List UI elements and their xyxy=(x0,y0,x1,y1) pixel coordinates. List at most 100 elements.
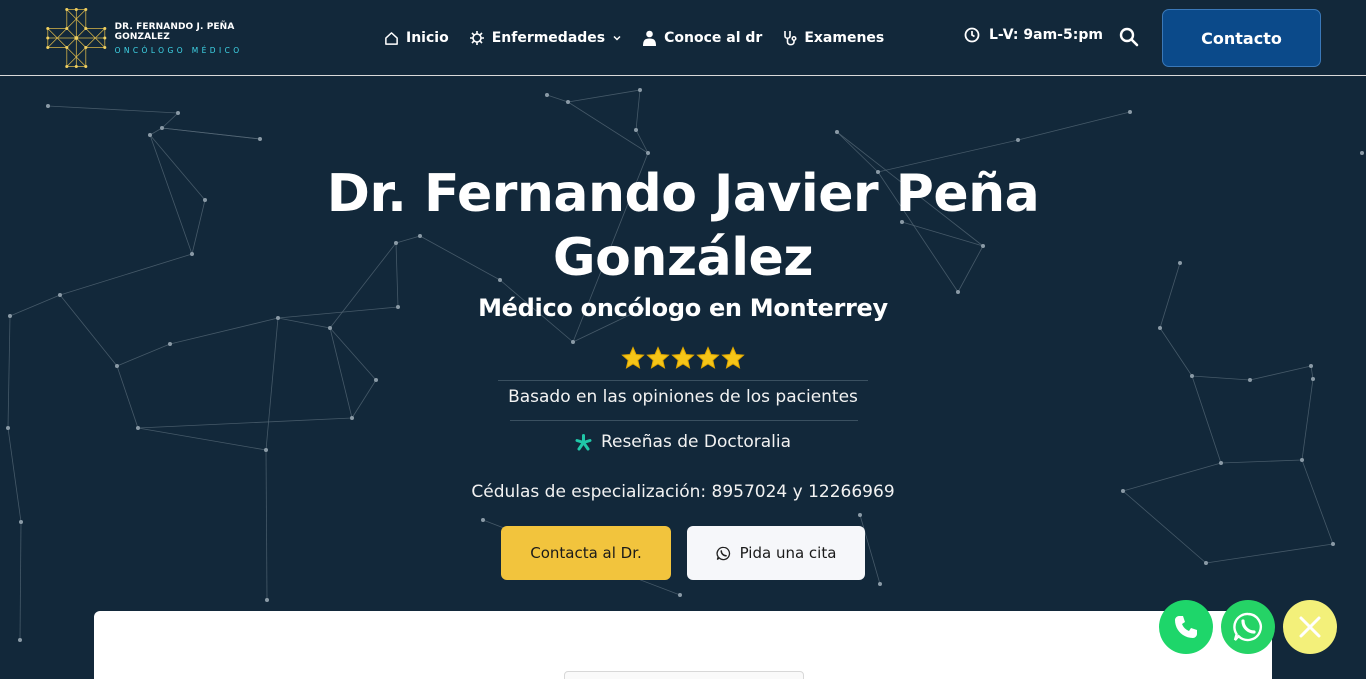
network-line xyxy=(116,343,171,367)
phone-fab-button[interactable] xyxy=(1159,600,1213,654)
network-node xyxy=(258,137,262,141)
network-node xyxy=(148,133,152,137)
network-node xyxy=(18,638,22,642)
network-line xyxy=(116,365,139,429)
network-line xyxy=(265,449,268,601)
virus-icon xyxy=(469,31,484,45)
nav-label: Examenes xyxy=(804,30,885,46)
nav-label: Inicio xyxy=(406,30,449,46)
hero-title: Dr. Fernando Javier Peña González xyxy=(283,162,1083,290)
search-icon xyxy=(1119,27,1139,47)
network-line xyxy=(635,89,641,131)
network-line xyxy=(1159,327,1193,377)
network-line xyxy=(149,134,193,255)
network-node xyxy=(545,93,549,97)
network-line xyxy=(1301,378,1314,461)
network-node xyxy=(1248,378,1252,382)
whatsapp-icon xyxy=(1233,612,1262,642)
network-line xyxy=(7,315,11,429)
network-line xyxy=(1122,462,1222,492)
card-field[interactable] xyxy=(564,671,804,679)
network-node xyxy=(190,252,194,256)
logo-text: DR. FERNANDO J. PEÑA GONZALEZ ONCÓLOGO M… xyxy=(115,22,284,55)
whatsapp-icon xyxy=(716,546,730,560)
doctor-icon xyxy=(643,30,657,46)
opinions-text: Basado en las opiniones de los pacientes xyxy=(508,387,858,407)
network-line xyxy=(137,417,353,429)
network-node xyxy=(1360,151,1364,155)
search-button[interactable] xyxy=(1118,26,1140,48)
network-line xyxy=(47,105,179,114)
hero-title-line2: González xyxy=(552,228,814,288)
network-node xyxy=(1016,138,1020,142)
network-node xyxy=(19,520,23,524)
nav-item-conoce-al-dr[interactable]: Conoce al dr xyxy=(642,30,762,46)
network-node xyxy=(1204,561,1208,565)
network-node xyxy=(481,518,485,522)
divider xyxy=(498,380,868,381)
clock-icon xyxy=(964,27,980,43)
network-node xyxy=(8,314,12,318)
reviews-label: Reseñas de Doctoralia xyxy=(600,432,792,452)
star-icon xyxy=(671,346,695,369)
network-node xyxy=(46,104,50,108)
star-icon xyxy=(646,346,670,369)
network-line xyxy=(1191,375,1251,381)
network-node xyxy=(566,100,570,104)
doctoralia-reviews-link[interactable]: Reseñas de Doctoralia xyxy=(433,432,933,452)
network-line xyxy=(1122,490,1207,564)
whatsapp-fab-button[interactable] xyxy=(1221,600,1275,654)
nav-item-examenes[interactable]: Examenes xyxy=(782,30,884,47)
network-node xyxy=(1128,110,1132,114)
hours-text: L-V: 9am-5:pm xyxy=(989,27,1103,43)
network-node xyxy=(638,88,642,92)
network-node xyxy=(1121,489,1125,493)
network-node xyxy=(1300,458,1304,462)
network-line xyxy=(329,327,353,419)
network-line xyxy=(59,253,193,296)
network-node xyxy=(634,128,638,132)
network-line xyxy=(19,521,22,641)
network-line xyxy=(567,101,649,154)
network-node xyxy=(1178,261,1182,265)
network-line xyxy=(1191,375,1222,464)
nav-label: Enfermedades xyxy=(491,30,606,46)
network-node xyxy=(571,340,575,344)
chevron-down-icon xyxy=(613,35,621,41)
network-node xyxy=(136,426,140,430)
network-line xyxy=(7,427,22,523)
network-line xyxy=(149,127,163,136)
network-line xyxy=(1301,459,1334,545)
network-node xyxy=(1219,461,1223,465)
network-line xyxy=(161,112,179,129)
network-node xyxy=(678,593,682,597)
contact-doctor-button[interactable]: Contacta al Dr. xyxy=(501,526,671,580)
network-background xyxy=(6,88,1364,642)
network-node xyxy=(835,130,839,134)
network-line xyxy=(9,294,61,317)
nav-item-enfermedades[interactable]: Enfermedades xyxy=(469,30,622,46)
close-fab-button[interactable] xyxy=(1283,600,1337,654)
network-node xyxy=(115,364,119,368)
network-node xyxy=(374,378,378,382)
network-line xyxy=(1017,111,1131,141)
network-node xyxy=(328,326,332,330)
phone-icon xyxy=(1175,616,1197,638)
book-appointment-button[interactable]: Pida una cita xyxy=(687,526,865,580)
nav-item-inicio[interactable]: Inicio xyxy=(384,30,449,46)
network-line xyxy=(161,127,261,140)
network-node xyxy=(176,111,180,115)
hero-subtitle: Médico oncólogo en Monterrey xyxy=(478,294,888,322)
network-line xyxy=(1220,459,1303,464)
hero-title-line1: Dr. Fernando Javier Peña xyxy=(326,164,1040,224)
star-icon xyxy=(621,346,645,369)
contact-button[interactable]: Contacto xyxy=(1162,9,1321,67)
close-icon xyxy=(1299,616,1321,638)
network-node xyxy=(58,293,62,297)
site-header: DR. FERNANDO J. PEÑA GONZALEZ ONCÓLOGO M… xyxy=(0,0,1366,76)
site-logo[interactable]: DR. FERNANDO J. PEÑA GONZALEZ ONCÓLOGO M… xyxy=(44,4,284,72)
network-node xyxy=(878,582,882,586)
network-node xyxy=(858,513,862,517)
network-node xyxy=(160,126,164,130)
network-node xyxy=(265,598,269,602)
